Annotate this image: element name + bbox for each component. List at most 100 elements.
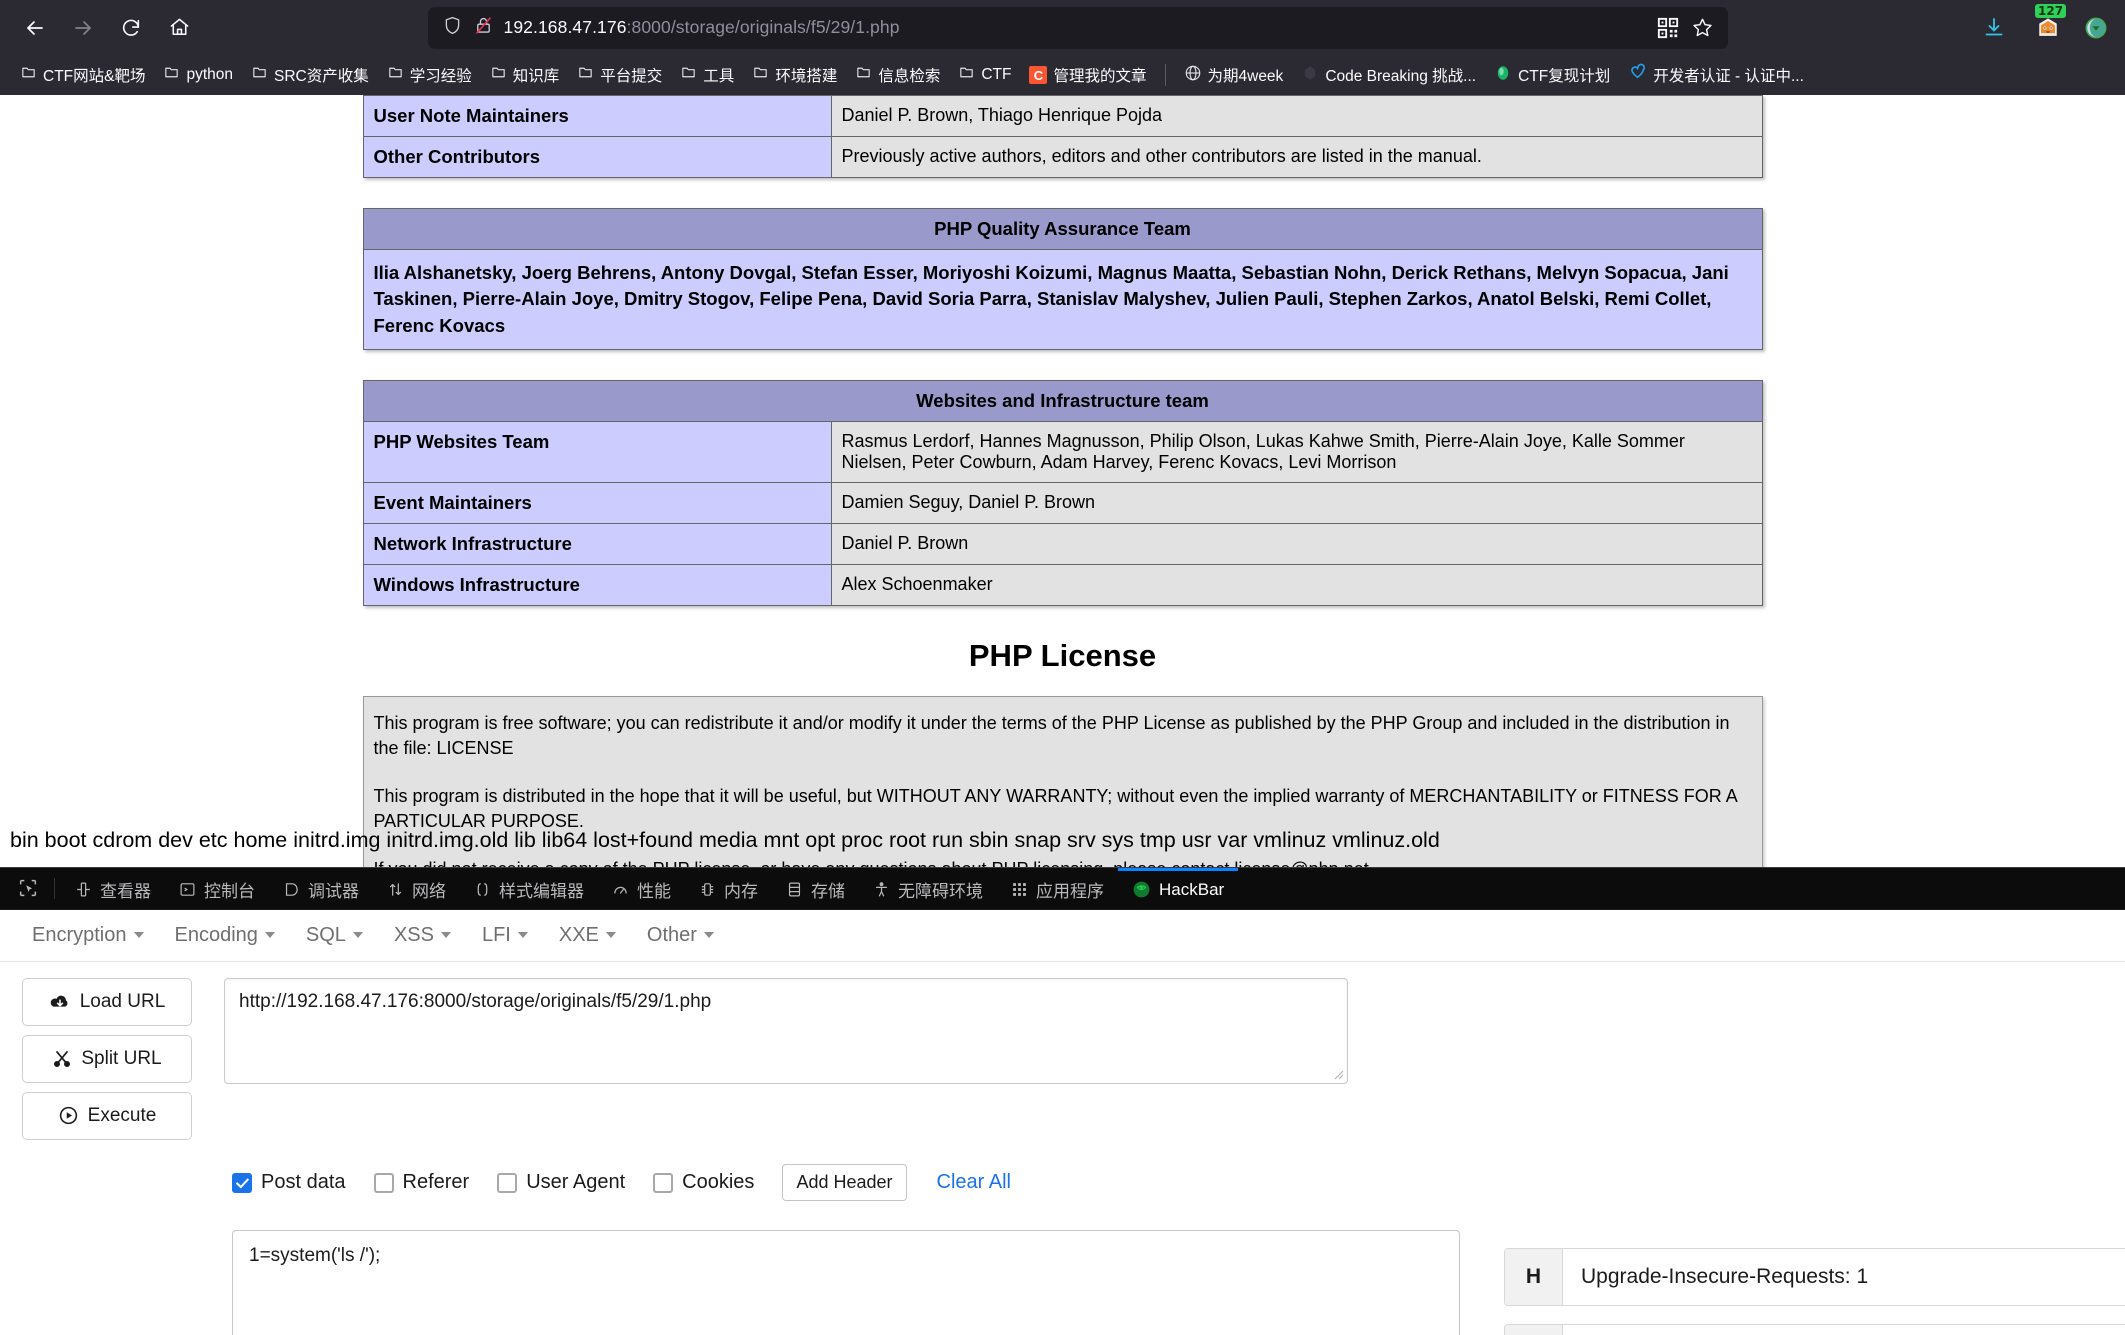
devtools-tab-8[interactable]: 无障碍环境 [859,868,997,909]
hackbar-menu-other[interactable]: Other [633,918,728,953]
bookmark-item-12[interactable]: Code Breaking 挑战... [1293,60,1484,91]
bookmark-item-8[interactable]: 信息检索 [847,60,948,90]
folder-icon [387,64,404,86]
bookmark-item-0[interactable]: CTF网站&靶场 [12,60,153,90]
execute-button[interactable]: Execute [22,1091,192,1140]
bookmark-item-4[interactable]: 知识库 [482,60,568,90]
bookmark-item-3[interactable]: 学习经验 [379,60,480,90]
bookmark-label: 环境搭建 [775,68,838,85]
bookmark-item-14[interactable]: 开发者认证 - 认证中... [1620,59,1812,91]
devtools-tab-5[interactable]: 性能 [598,868,685,909]
header-value-input[interactable]: Connection: keep-alive [1563,1325,2125,1335]
site-favicon [1628,63,1647,87]
checkbox-box[interactable] [497,1172,518,1193]
foxyproxy-extension-icon[interactable]: 127 [2033,3,2067,43]
insecure-connection-icon[interactable] [473,15,494,41]
hackbar-menu-xss[interactable]: XSS [380,918,465,953]
scissors-icon [52,1049,72,1069]
checkbox-label: Cookies [682,1171,755,1194]
hackbar-menu-sql[interactable]: SQL [292,918,377,953]
bookmark-item-2[interactable]: SRC资产收集 [243,60,377,90]
checkbox-user-agent[interactable]: User Agent [497,1171,625,1194]
bookmark-item-9[interactable]: CTF [950,60,1019,90]
post-data-input[interactable]: 1=system('ls /'); [232,1229,1460,1335]
devtools-tab-0[interactable]: 查看器 [61,868,165,909]
qr-code-icon[interactable] [1657,17,1679,39]
hackbar-menu-encoding[interactable]: Encoding [161,918,289,953]
application-icon [1011,881,1028,898]
row-label: PHP Websites Team [363,421,832,483]
home-button[interactable] [158,7,200,49]
hackbar-menu-encryption[interactable]: Encryption [18,918,158,953]
devtools-tab-hackbar[interactable]: HackBar [1118,868,1239,909]
license-paragraph-1: This program is free software; you can r… [373,712,1730,759]
globe-favicon [1184,64,1202,87]
url-input[interactable]: http://192.168.47.176:8000/storage/origi… [224,977,1348,1084]
clear-all-link[interactable]: Clear All [937,1171,1011,1194]
devtools-tab-2[interactable]: 调试器 [269,868,373,909]
devtools-tab-3[interactable]: 网络 [373,868,460,909]
checkbox-box[interactable] [653,1172,674,1193]
devtools-tab-7[interactable]: 存储 [772,868,859,909]
bookmark-item-5[interactable]: 平台提交 [569,60,670,90]
devtools-tab-4[interactable]: 样式编辑器 [460,868,598,909]
devtools-tab-1[interactable]: 控制台 [165,868,269,909]
checkbox-cookies[interactable]: Cookies [653,1171,754,1194]
bookmark-star-icon[interactable] [1691,16,1714,39]
checkbox-box[interactable] [373,1172,394,1193]
checkbox-post-data[interactable]: Post data [232,1171,346,1194]
chevron-down-icon [703,932,714,939]
checkbox-referer[interactable]: Referer [373,1171,469,1194]
devtools-tab-label: 内存 [724,882,758,902]
address-bar[interactable]: 192.168.47.176:8000/storage/originals/f5… [427,6,1728,49]
bookmark-item-11[interactable]: 为期4week [1176,60,1292,91]
reload-button[interactable] [110,7,152,49]
inspector-icon [75,881,92,898]
folder-icon [855,64,872,86]
bookmark-label: CTF网站&靶场 [43,68,146,85]
url-text[interactable]: 192.168.47.176:8000/storage/originals/f5… [504,17,1647,38]
chrome-right-actions: 127 [1955,3,2111,49]
console-icon [179,881,196,898]
bookmark-separator [1164,64,1166,86]
devtools-tab-label: 无障碍环境 [898,882,983,902]
header-value-input[interactable]: Upgrade-Insecure-Requests: 1 [1563,1249,2125,1305]
checkbox-label: Post data [261,1171,346,1194]
bookmark-item-7[interactable]: 环境搭建 [744,60,845,90]
forward-button[interactable] [62,7,104,49]
element-picker-icon[interactable] [4,868,52,909]
devtools-tab-9[interactable]: 应用程序 [997,868,1118,909]
bookmark-item-13[interactable]: CTF复现计划 [1486,60,1618,91]
header-row-0[interactable]: H Upgrade-Insecure-Requests: 1 [1504,1247,2125,1306]
add-header-button[interactable]: Add Header [782,1164,907,1202]
downloads-icon[interactable] [1973,7,2015,49]
devtools-tab-label: 应用程序 [1036,882,1104,902]
split-url-button[interactable]: Split URL [22,1034,192,1083]
bookmark-label: 工具 [703,68,735,85]
row-value: Previously active authors, editors and o… [831,137,1762,177]
bookmark-item-6[interactable]: 工具 [672,60,742,90]
hackbar-menu-xxe[interactable]: XXE [545,918,630,953]
folder-icon [163,64,180,86]
table-row: PHP Websites Team Rasmus Lerdorf, Hannes… [363,421,1762,483]
checkbox-box[interactable] [232,1172,252,1193]
devtools-tab-label: HackBar [1159,879,1225,899]
chevron-down-icon [517,932,528,939]
network-icon [387,881,404,898]
header-row-1[interactable]: HConnection: keep-alive [1504,1323,2125,1335]
memory-icon [699,881,716,898]
textarea-resize-grip[interactable] [1332,1068,1344,1080]
back-button[interactable] [14,7,56,49]
idm-extension-icon[interactable] [2081,13,2111,43]
debugger-icon [283,881,300,898]
bookmark-item-1[interactable]: python [155,60,241,90]
url-host: 192.168.47.176 [503,17,627,37]
header-type-tag: H [1505,1324,1563,1335]
row-label: User Note Maintainers [363,96,832,137]
devtools-tab-6[interactable]: 内存 [685,868,772,909]
load-url-button[interactable]: Load URL [22,977,192,1026]
hackbar-menu-lfi[interactable]: LFI [468,918,542,953]
bookmark-item-10[interactable]: C 管理我的文章 [1021,60,1154,90]
tracking-protection-shield-icon[interactable] [442,15,463,41]
folder-icon [680,64,697,86]
